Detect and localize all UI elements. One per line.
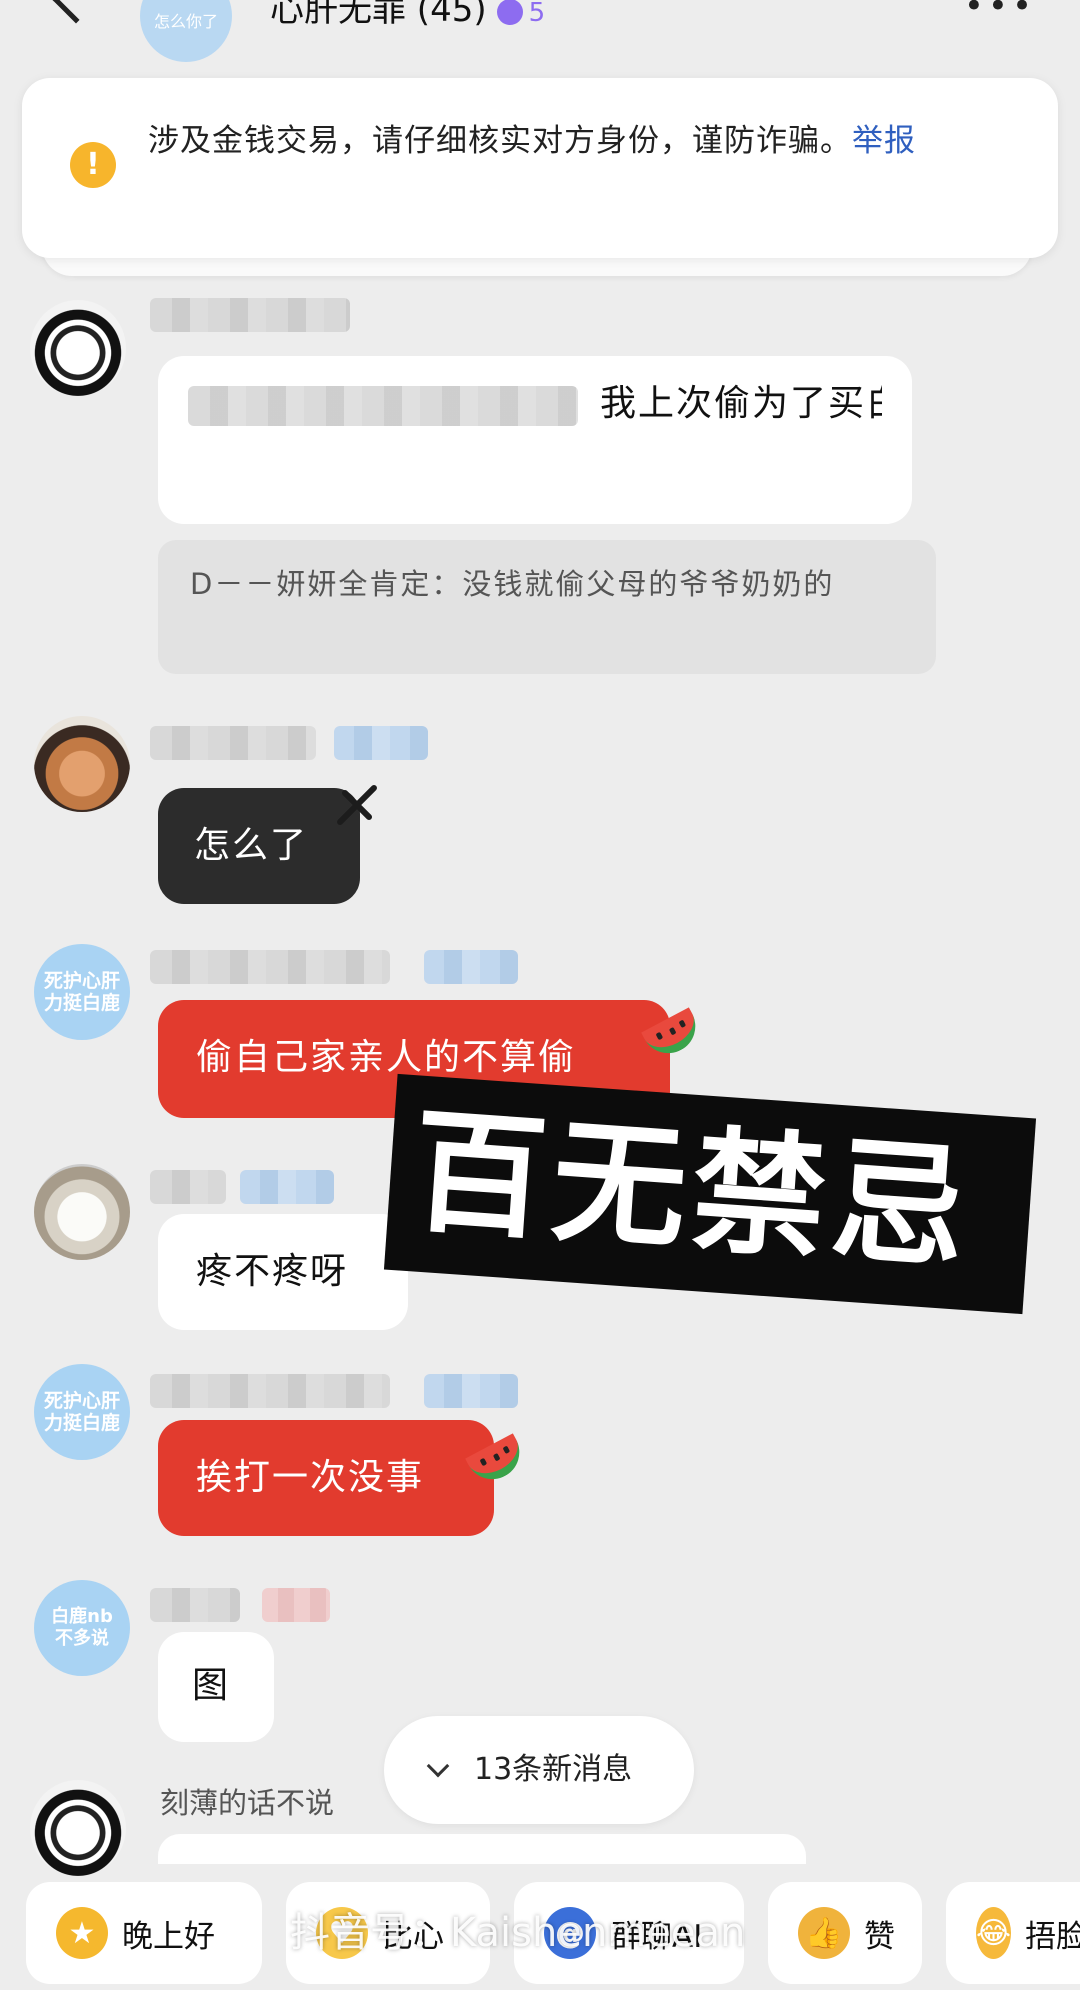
avatar-text: 白鹿nb不多说 [51, 1606, 113, 1649]
avatar[interactable]: 白鹿nb不多说 [34, 1580, 130, 1676]
quick-reply-label: 赞 [864, 1918, 895, 1955]
sender-tag-blurred [334, 726, 428, 760]
fraud-warning-card: ! 涉及金钱交易，请仔细核实对方身份，谨防诈骗。举报 [22, 78, 1058, 258]
warning-text: 涉及金钱交易，请仔细核实对方身份，谨防诈骗。举报 [148, 116, 1008, 166]
group-avatar[interactable]: 怎么你了 [140, 0, 232, 62]
sender-name-blurred [150, 726, 316, 760]
quoted-text: D－－妍妍全肯定：没钱就偷父母的爷爷奶奶的 [190, 567, 835, 601]
badge-icon [496, 0, 523, 25]
quick-reply-chip[interactable]: ♥ 比心 [286, 1882, 490, 1984]
message-bubble-partial[interactable] [158, 1834, 806, 1864]
sender-name-blurred [150, 298, 350, 332]
quick-reply-bar: ★ 晚上好 ♥ 比心 @ 群聊AI 👍 赞 😂 捂脸 [0, 1882, 1080, 1984]
group-title-text: 心肝无罪 (45) [270, 0, 487, 30]
sender-name-blurred [150, 1170, 226, 1204]
sender-tag-blurred [424, 950, 518, 984]
sender-tag-blurred [240, 1170, 334, 1204]
report-link[interactable]: 举报 [852, 123, 916, 159]
quick-reply-chip[interactable]: 😂 捂脸 [946, 1882, 1080, 1984]
overlay-caption: 百无禁忌 [407, 1093, 977, 1289]
avatar[interactable] [34, 716, 130, 812]
message-text: 图 [192, 1665, 231, 1706]
quick-reply-label: 晚上好 [122, 1918, 215, 1955]
quick-reply-label: 比心 [382, 1918, 444, 1955]
avatar-text: 死护心肝力挺白鹿 [44, 1390, 121, 1434]
image-placeholder-bubble[interactable]: 图 [158, 1632, 274, 1742]
message-bubble[interactable]: 疼不疼呀 [158, 1214, 408, 1330]
message-text: 挨打一次没事 [196, 1457, 425, 1498]
avatar[interactable] [30, 1780, 126, 1876]
heart-hands-icon: ♥ [316, 1907, 368, 1959]
quoted-reply[interactable]: D－－妍妍全肯定：没钱就偷父母的爷爷奶奶的 [158, 540, 936, 674]
message-bubble[interactable]: 挨打一次没事 [158, 1420, 494, 1536]
at-sign-icon: @ [544, 1907, 596, 1959]
avatar[interactable]: 死护心肝力挺白鹿 [34, 944, 130, 1040]
message-text: 我上次偷为了买白鹿代言被发现给我打了一顿😭 [600, 383, 882, 424]
message-text: 怎么了 [194, 825, 309, 866]
group-title[interactable]: 心肝无罪 (45) 5 [270, 0, 545, 31]
avatar-text: 死护心肝力挺白鹿 [44, 970, 121, 1014]
star-face-icon: ★ [56, 1907, 108, 1959]
badge-count: 5 [528, 0, 546, 28]
quick-reply-label: 群聊AI [610, 1918, 703, 1955]
sender-name-blurred [150, 1588, 240, 1622]
quick-reply-chip[interactable]: 👍 赞 [768, 1882, 922, 1984]
quick-reply-chip[interactable]: @ 群聊AI [514, 1882, 744, 1984]
laugh-cry-icon: 😂 [976, 1907, 1012, 1959]
input-bar-edge [0, 1990, 1080, 2015]
avatar[interactable] [30, 300, 126, 396]
warning-message: 涉及金钱交易，请仔细核实对方身份，谨防诈骗。 [148, 123, 852, 159]
new-messages-button[interactable]: 13条新消息 [384, 1716, 694, 1824]
exclamation-icon: ! [70, 142, 116, 188]
chevron-down-icon [426, 1754, 450, 1778]
message-text: 偷自己家亲人的不算偷 [196, 1037, 577, 1078]
chat-header: 怎么你了 心肝无罪 (45) 5 ••• [0, 0, 1080, 62]
sender-caption: 刻薄的话不说 [160, 1786, 335, 1820]
sender-tag-blurred [424, 1374, 518, 1408]
overlay-caption-banner: 百无禁忌 [383, 1073, 1037, 1315]
new-messages-label: 13条新消息 [474, 1752, 633, 1787]
sender-name-blurred [150, 1374, 390, 1408]
more-options-icon[interactable]: ••• [964, 0, 1036, 26]
quick-reply-label: 捂脸 [1025, 1918, 1080, 1955]
quick-reply-chip[interactable]: ★ 晚上好 [26, 1882, 262, 1984]
message-bubble[interactable]: 我上次偷为了买白鹿代言被发现给我打了一顿😭 [158, 356, 912, 524]
avatar[interactable]: 死护心肝力挺白鹿 [34, 1364, 130, 1460]
sender-name-blurred [150, 950, 390, 984]
sender-tag-blurred [262, 1588, 330, 1622]
sparkle-icon [330, 778, 384, 832]
avatar[interactable] [34, 1164, 130, 1260]
thumbs-up-icon: 👍 [798, 1907, 850, 1959]
group-avatar-label: 怎么你了 [153, 12, 218, 31]
message-text: 疼不疼呀 [196, 1251, 349, 1292]
back-arrow-icon[interactable] [50, 0, 102, 24]
blurred-mention [188, 386, 578, 426]
